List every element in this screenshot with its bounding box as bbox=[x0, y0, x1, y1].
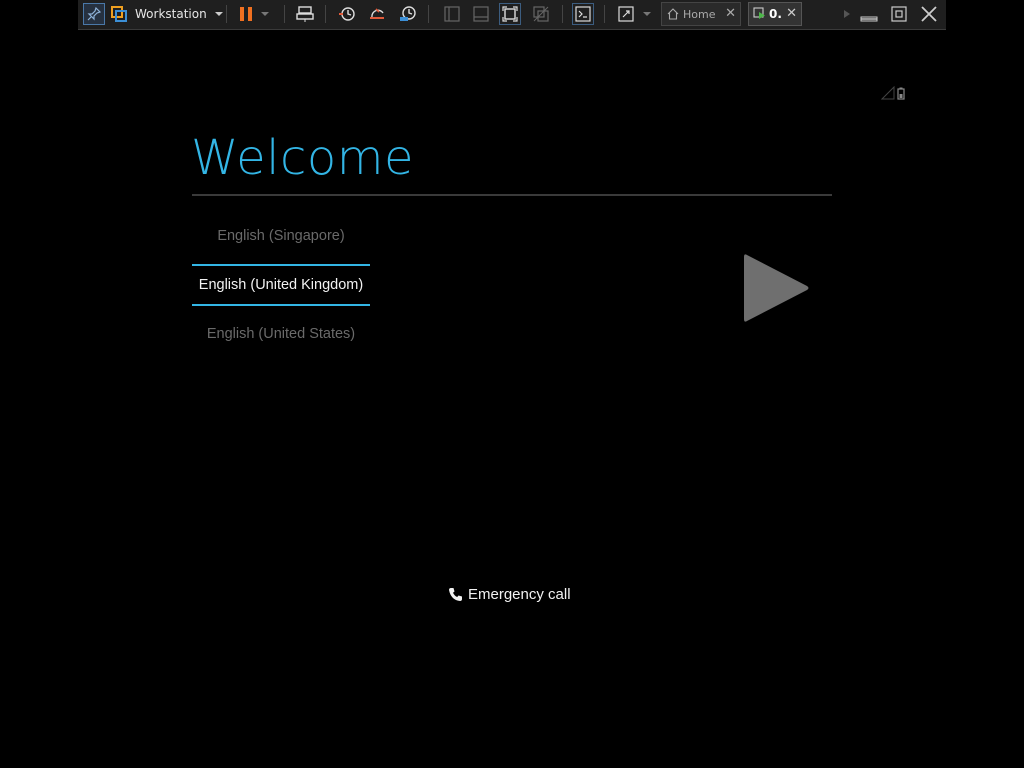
picker-divider-bottom bbox=[192, 304, 370, 306]
close-icon[interactable]: ✕ bbox=[725, 6, 736, 21]
language-option-selected[interactable]: English (United Kingdom) bbox=[192, 277, 370, 293]
divider bbox=[226, 5, 227, 23]
emergency-call-button[interactable]: Emergency call bbox=[448, 586, 571, 603]
minimize-icon[interactable] bbox=[858, 3, 880, 25]
vm-running-icon bbox=[753, 7, 765, 19]
snapshot-icon[interactable] bbox=[336, 3, 358, 25]
console-icon[interactable] bbox=[572, 3, 594, 25]
snapshot-manager-icon[interactable] bbox=[397, 3, 419, 25]
battery-icon bbox=[897, 87, 905, 100]
workstation-label: Workstation bbox=[135, 7, 207, 21]
unity-icon[interactable] bbox=[530, 3, 552, 25]
language-option[interactable]: English (United States) bbox=[192, 326, 370, 342]
emergency-call-label: Emergency call bbox=[468, 586, 571, 603]
send-keys-icon[interactable] bbox=[294, 3, 316, 25]
divider bbox=[562, 5, 563, 23]
chevron-down-icon bbox=[214, 12, 223, 16]
title-divider bbox=[192, 194, 832, 196]
tab-home[interactable]: Home ✕ bbox=[661, 2, 741, 26]
scroll-right-icon[interactable] bbox=[840, 3, 854, 25]
page-title: Welcome bbox=[191, 130, 415, 186]
phone-icon bbox=[449, 588, 462, 601]
home-icon bbox=[667, 8, 679, 20]
language-option[interactable]: English (Singapore) bbox=[192, 228, 370, 244]
tab-home-label: Home bbox=[683, 7, 716, 21]
divider bbox=[428, 5, 429, 23]
close-icon[interactable]: ✕ bbox=[786, 6, 797, 21]
snapshot-revert-icon[interactable] bbox=[366, 3, 388, 25]
divider bbox=[284, 5, 285, 23]
pin-icon[interactable] bbox=[83, 3, 105, 25]
pause-icon[interactable] bbox=[235, 3, 257, 25]
play-arrow-icon[interactable] bbox=[743, 252, 811, 328]
restore-icon[interactable] bbox=[888, 3, 910, 25]
close-window-icon[interactable] bbox=[918, 3, 940, 25]
thumbnail-bar-icon[interactable] bbox=[470, 3, 492, 25]
tab-vm[interactable]: 0. ✕ bbox=[748, 2, 802, 26]
tab-vm-label: 0. bbox=[769, 7, 782, 21]
full-screen-icon[interactable] bbox=[615, 3, 637, 25]
status-bar bbox=[880, 85, 907, 104]
vmware-toolbar: Workstation Home ✕ 0. ✕ bbox=[78, 0, 946, 30]
library-icon[interactable] bbox=[441, 3, 463, 25]
workstation-menu[interactable]: Workstation bbox=[135, 3, 223, 25]
fit-guest-icon[interactable] bbox=[499, 3, 521, 25]
divider bbox=[604, 5, 605, 23]
picker-divider-top bbox=[192, 264, 370, 266]
full-screen-menu-chevron-down-icon[interactable] bbox=[640, 3, 654, 25]
pause-menu-chevron-down-icon[interactable] bbox=[256, 3, 274, 25]
signal-icon bbox=[880, 85, 895, 100]
divider bbox=[325, 5, 326, 23]
vmware-logo-icon[interactable] bbox=[108, 3, 130, 25]
